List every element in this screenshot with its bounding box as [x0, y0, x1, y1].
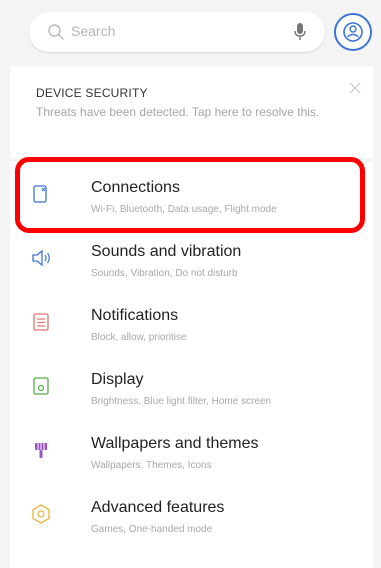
advanced-features-icon [32, 504, 50, 524]
device-security-description: Threats have been detected. Tap here to … [36, 105, 320, 119]
search-icon [48, 24, 64, 40]
settings-item-sounds[interactable]: Sounds and vibration Sounds, Vibration, … [10, 226, 373, 290]
connections-icon [33, 185, 47, 203]
close-icon[interactable] [347, 80, 363, 96]
settings-item-subtitle: Wi-Fi, Bluetooth, Data usage, Flight mod… [91, 204, 277, 215]
settings-item-notifications[interactable]: Notifications Block, allow, prioritise [10, 290, 373, 354]
device-security-card[interactable]: DEVICE SECURITY Threats have been detect… [10, 66, 373, 158]
settings-item-subtitle: Sounds, Vibration, Do not disturb [91, 268, 238, 279]
settings-item-title: Wallpapers and themes [91, 435, 259, 452]
settings-item-title: Connections [91, 179, 180, 196]
palette-icon [35, 443, 47, 458]
notifications-icon [33, 313, 49, 331]
settings-item-wallpapers[interactable]: Wallpapers and themes Wallpapers, Themes… [10, 418, 373, 482]
settings-item-title: Sounds and vibration [91, 243, 242, 260]
settings-item-title: Notifications [91, 307, 179, 324]
settings-list: Connections Wi-Fi, Bluetooth, Data usage… [10, 162, 373, 568]
display-icon [33, 377, 49, 395]
settings-item-title: Display [91, 371, 144, 388]
search-bar[interactable]: Search [29, 12, 325, 52]
settings-item-display[interactable]: Display Brightness, Blue light filter, H… [10, 354, 373, 418]
settings-item-subtitle: Block, allow, prioritise [91, 332, 187, 343]
settings-item-subtitle: Wallpapers, Themes, Icons [91, 460, 212, 471]
device-security-title: DEVICE SECURITY [36, 86, 148, 100]
settings-item-title: Advanced features [91, 499, 225, 516]
settings-item-advanced-features[interactable]: Advanced features Games, One-handed mode [10, 482, 373, 546]
account-icon[interactable] [333, 12, 373, 52]
speaker-icon [32, 249, 50, 267]
settings-item-connections[interactable]: Connections Wi-Fi, Bluetooth, Data usage… [10, 162, 373, 226]
settings-item-subtitle: Brightness, Blue light filter, Home scre… [91, 396, 272, 407]
settings-item-subtitle: Games, One-handed mode [91, 524, 213, 535]
search-input[interactable]: Search [71, 23, 115, 39]
microphone-icon[interactable] [293, 22, 307, 42]
